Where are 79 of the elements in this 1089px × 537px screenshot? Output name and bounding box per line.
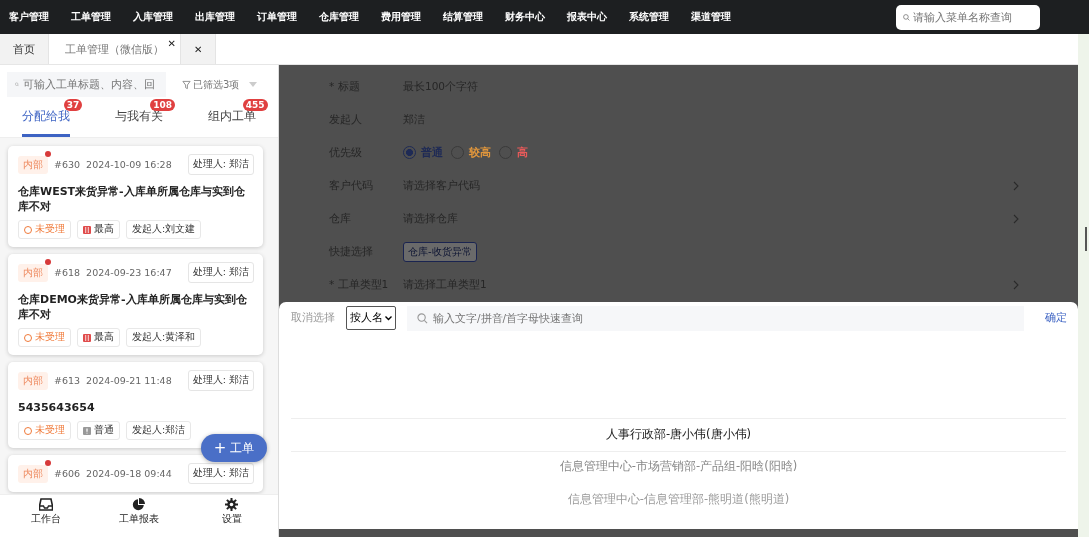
menu-item[interactable]: 结算管理 — [443, 10, 505, 24]
close-icon[interactable]: ✕ — [194, 43, 203, 55]
menu-item[interactable]: 订单管理 — [257, 10, 319, 24]
bottom-nav-item[interactable]: 工作台 — [16, 498, 77, 526]
page-tab[interactable]: ✕ — [181, 34, 217, 64]
chevron-right-icon — [1013, 180, 1019, 191]
ticket-number: #606 — [54, 468, 81, 479]
bottom-nav-item[interactable]: 工单报表 — [109, 498, 169, 526]
caret-icon — [385, 315, 392, 321]
picker-option[interactable]: 信息管理中心-市场营销部-产品组-阳晗(阳晗) — [559, 450, 798, 483]
caret-icon — [249, 82, 258, 87]
inbox-icon — [39, 498, 54, 511]
priority-chip: 最高 — [77, 220, 120, 239]
handler-chip: 处理人: 郑洁 — [187, 370, 254, 391]
filter-icon — [182, 79, 191, 90]
ticket-date: 2024-09-18 09:44 — [86, 468, 172, 479]
ticket-tab[interactable]: 与我有关 — [115, 108, 163, 137]
status-chip: 未受理 — [18, 421, 71, 440]
menu-item[interactable]: 系统管理 — [629, 10, 691, 24]
search-icon — [903, 11, 910, 23]
picker-option[interactable]: 人事行政部-唐小伟(唐小伟) — [605, 418, 752, 450]
initiator-chip: 发起人:黄泽和 — [126, 328, 202, 347]
menu-search-field[interactable]: 请输入菜单名称查询 — [896, 4, 1040, 30]
priority-chip: 普通 — [77, 421, 120, 440]
menu-item[interactable]: 客户管理 — [9, 10, 71, 24]
page-tab[interactable]: 首页 — [0, 34, 49, 64]
ticket-title: 5435643654 — [18, 400, 96, 415]
filter-dropdown[interactable]: 已筛选3项 — [182, 77, 258, 92]
exclamation-icon — [83, 426, 91, 435]
chevron-right-icon — [1013, 279, 1019, 290]
radio-button[interactable] — [403, 146, 416, 159]
status-chip: 未受理 — [18, 220, 71, 239]
ticket-tag: 内部 — [18, 371, 48, 390]
status-chip: 未受理 — [18, 328, 71, 347]
mode-select[interactable]: 按人名 — [346, 306, 396, 330]
ticket-number: #630 — [54, 159, 81, 170]
scrollbar[interactable] — [1085, 227, 1087, 251]
ticket-date: 2024-09-21 11:48 — [86, 375, 172, 386]
handler-chip: 处理人: 郑洁 — [187, 154, 254, 175]
chevron-right-icon — [1013, 213, 1019, 224]
menu-item[interactable]: 入库管理 — [133, 10, 195, 24]
ticket-search-field[interactable]: 可输入工单标题、内容、回 — [7, 72, 166, 97]
ticket-card[interactable]: 内部 #630 2024-10-09 16:28 处理人: 郑洁 仓库WEST来货异常-入库单所属仓库与实到仓库不对 未受理 最高 发起人:刘文建 — [8, 146, 263, 247]
priority-chip: 最高 — [77, 328, 120, 347]
menu-item[interactable]: 财务中心 — [505, 10, 567, 24]
priority-high-icon — [83, 333, 91, 342]
initiator-chip: 发起人:刘文建 — [126, 220, 202, 239]
menu-item[interactable]: 渠道管理 — [691, 10, 753, 24]
handler-chip: 处理人: 郑洁 — [187, 463, 254, 484]
person-search-field[interactable]: 输入文字/拼音/首字母快速查询 — [407, 305, 1024, 331]
ticket-title: 仓库WEST来货异常-入库单所属仓库与实到仓库不对 — [18, 184, 246, 214]
confirm-button[interactable]: 确定 — [1045, 311, 1067, 325]
close-icon[interactable]: ✕ — [167, 38, 176, 49]
menu-item[interactable]: 报表中心 — [567, 10, 629, 24]
bottom-nav-item[interactable]: 设置 — [201, 498, 262, 526]
menu-item[interactable]: 出库管理 — [195, 10, 257, 24]
initiator-chip: 发起人:郑洁 — [126, 421, 192, 440]
count-badge: 37 — [63, 99, 83, 111]
count-badge: 108 — [150, 99, 175, 111]
settings-icon — [225, 498, 239, 511]
count-badge: 455 — [242, 99, 268, 111]
handler-chip: 处理人: 郑洁 — [187, 262, 254, 283]
ticket-card[interactable]: 内部 #606 2024-09-18 09:44 处理人: 郑洁 — [8, 455, 263, 492]
ticket-date: 2024-10-09 16:28 — [86, 159, 172, 170]
radio-label: 高 — [517, 145, 528, 160]
search-icon — [417, 312, 428, 324]
ticket-date: 2024-09-23 16:47 — [86, 267, 172, 278]
menu-item[interactable]: 工单管理 — [71, 10, 133, 24]
menu-item[interactable]: 仓库管理 — [319, 10, 381, 24]
radio-label: 较高 — [469, 145, 491, 160]
ticket-card[interactable]: 内部 #618 2024-09-23 16:47 处理人: 郑洁 仓库DEMO来货异常-入库单所属仓库与实到仓库不对 未受理 最高 发起人:黄泽和 — [8, 254, 263, 355]
menu-item[interactable]: 费用管理 — [381, 10, 443, 24]
ticket-number: #613 — [54, 375, 81, 386]
ticket-number: #618 — [54, 267, 81, 278]
ticket-title: 仓库DEMO来货异常-入库单所属仓库与实到仓库不对 — [18, 292, 248, 322]
priority-high-icon — [83, 225, 91, 234]
ticket-tab[interactable]: 组内工单 — [207, 108, 256, 137]
pie-chart-icon — [132, 498, 146, 511]
new-ticket-button[interactable]: + 工单 — [201, 434, 267, 462]
